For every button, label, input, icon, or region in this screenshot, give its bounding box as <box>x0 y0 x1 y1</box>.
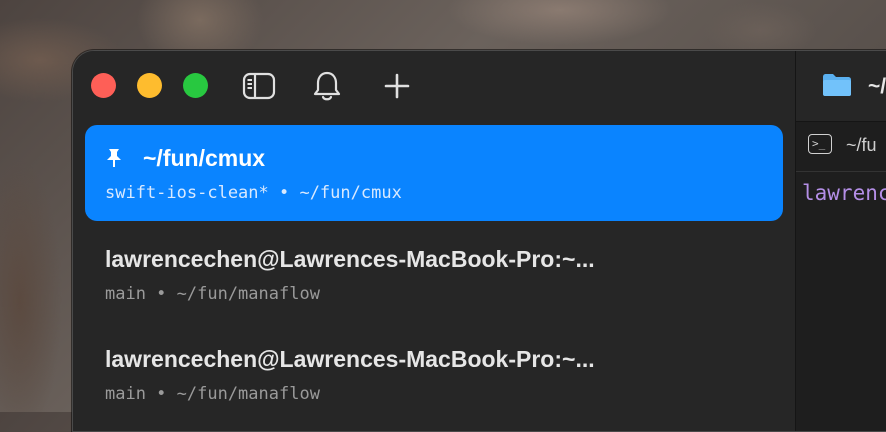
sidebar-item-manaflow-2[interactable]: lawrencechen@Lawrences-MacBook-Pro:~... … <box>85 326 783 422</box>
plus-icon[interactable] <box>379 69 415 103</box>
terminal-path: ~/fu <box>846 135 877 155</box>
sidebar-item-cmux[interactable]: ~/fun/cmux swift-ios-clean* • ~/fun/cmux <box>85 125 783 221</box>
tab-title[interactable]: ~/ <box>868 75 886 99</box>
terminal-path-bar: >_ ~/fu <box>796 121 886 172</box>
sidebar: ~/fun/cmux swift-ios-clean* • ~/fun/cmux… <box>73 51 795 431</box>
sidebar-item-title: lawrencechen@Lawrences-MacBook-Pro:~... <box>105 246 595 272</box>
minimize-window-button[interactable] <box>137 73 162 98</box>
tab-bar: ~/ <box>796 51 886 122</box>
terminal-prompt: lawrenc <box>802 181 886 205</box>
app-window: ~/fun/cmux swift-ios-clean* • ~/fun/cmux… <box>72 50 886 432</box>
terminal-pane[interactable]: ~/ >_ ~/fu lawrenc <box>795 51 886 431</box>
close-window-button[interactable] <box>91 73 116 98</box>
sidebar-item-title: lawrencechen@Lawrences-MacBook-Pro:~... <box>105 346 595 372</box>
titlebar <box>73 51 795 121</box>
sidebar-item-subtitle: main • ~/fun/manaflow <box>105 384 320 404</box>
sidebar-toggle-icon[interactable] <box>241 69 277 103</box>
pin-icon <box>105 147 125 174</box>
maximize-window-button[interactable] <box>183 73 208 98</box>
sidebar-item-title: ~/fun/cmux <box>105 145 265 174</box>
sidebar-item-title-text: ~/fun/cmux <box>143 145 266 171</box>
sidebar-item-subtitle: swift-ios-clean* • ~/fun/cmux <box>105 183 402 203</box>
sidebar-item-subtitle: main • ~/fun/manaflow <box>105 284 320 304</box>
folder-icon <box>822 73 852 102</box>
sidebar-item-manaflow-1[interactable]: lawrencechen@Lawrences-MacBook-Pro:~... … <box>85 226 783 322</box>
terminal-icon: >_ <box>808 134 832 154</box>
bell-icon[interactable] <box>309 69 345 103</box>
